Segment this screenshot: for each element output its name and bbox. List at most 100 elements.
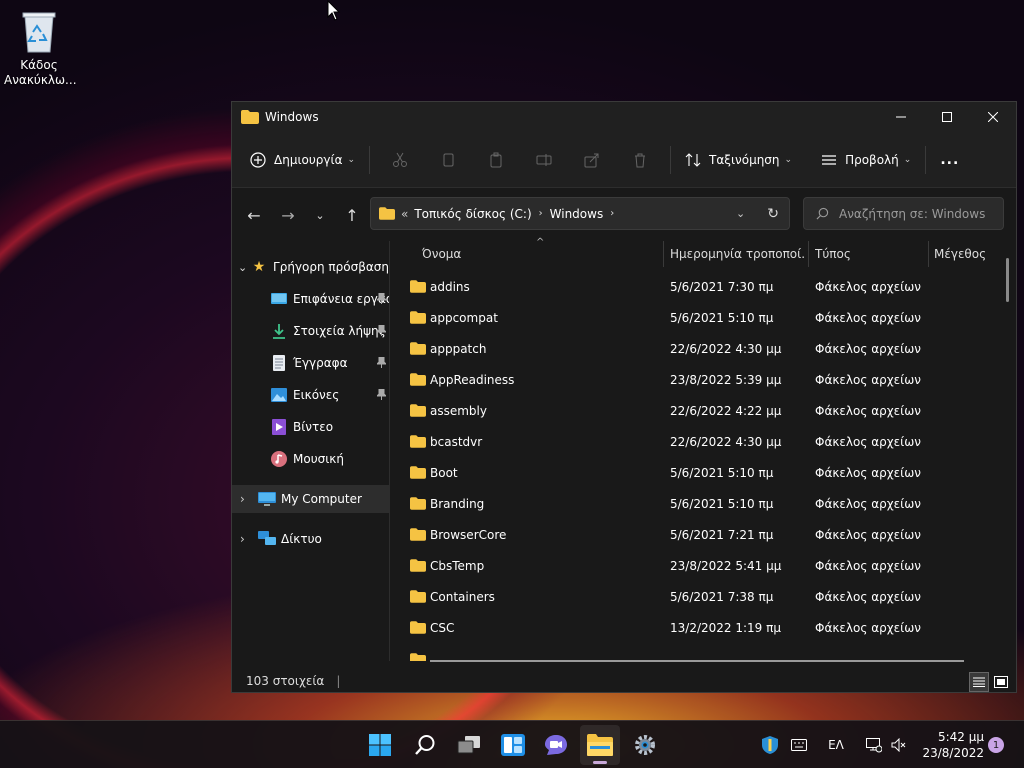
start-button[interactable]: [360, 725, 400, 765]
copy-button[interactable]: [424, 144, 472, 176]
search-input[interactable]: [839, 206, 999, 221]
title-bar[interactable]: Windows: [232, 102, 1016, 132]
file-explorer-window: Windows Δημιουργία ⌄ Ταξινόμηση ⌄ Προβολ…: [231, 101, 1017, 693]
file-date-modified: 5/6/2021 5:10 πμ: [670, 310, 774, 325]
column-divider[interactable]: [808, 241, 809, 267]
paste-button[interactable]: [472, 144, 520, 176]
chevron-down-icon[interactable]: ⌄: [238, 261, 250, 274]
table-row[interactable]: Branding 5/6/2021 5:10 πμ Φάκελος αρχείων: [390, 488, 1000, 519]
rename-button[interactable]: [520, 144, 568, 176]
chevron-right-icon[interactable]: ›: [539, 208, 543, 219]
sidebar-item-network[interactable]: › Δίκτυο: [232, 525, 389, 553]
table-row-partial[interactable]: [390, 645, 1000, 661]
sidebar-item-documents[interactable]: Έγγραφα: [232, 349, 389, 377]
file-name: addins: [430, 279, 470, 294]
back-button[interactable]: ←: [238, 199, 270, 231]
recent-locations-button[interactable]: ⌄: [304, 199, 336, 231]
windows-security-tray-button[interactable]: [760, 721, 780, 768]
breadcrumb-overflow[interactable]: «: [401, 207, 408, 221]
column-header-date-modified[interactable]: Ημερομηνία τροποποί...: [670, 241, 806, 267]
pin-icon[interactable]: [375, 356, 388, 371]
breadcrumb-local-disk[interactable]: Τοπικός δίσκος (C:): [414, 207, 531, 221]
clock[interactable]: 5:42 μμ 23/8/2022: [912, 729, 984, 761]
chat-button[interactable]: [536, 725, 576, 765]
search-icon: [415, 735, 435, 755]
table-row[interactable]: Boot 5/6/2021 5:10 πμ Φάκελος αρχείων: [390, 457, 1000, 488]
column-header-type[interactable]: Τύπος: [815, 241, 925, 267]
table-row[interactable]: appcompat 5/6/2021 5:10 πμ Φάκελος αρχείων: [390, 302, 1000, 333]
address-dropdown-button[interactable]: ⌄: [736, 207, 745, 220]
file-explorer-taskbar-button[interactable]: [580, 725, 620, 765]
table-row[interactable]: apppatch 22/6/2022 4:30 μμ Φάκελος αρχείων: [390, 333, 1000, 364]
folder-icon: [410, 466, 426, 479]
file-name: bcastdvr: [430, 434, 483, 449]
table-row[interactable]: AppReadiness 23/8/2022 5:39 μμ Φάκελος αρχ…: [390, 364, 1000, 395]
sidebar-item-quick-access[interactable]: ⌄ ★ Γρήγορη πρόσβαση: [232, 253, 389, 281]
table-row[interactable]: CbsTemp 23/8/2022 5:41 μμ Φάκελος αρχείων: [390, 550, 1000, 581]
table-row[interactable]: CSC 13/2/2022 1:19 πμ Φάκελος αρχείων: [390, 612, 1000, 643]
address-bar[interactable]: « Τοπικός δίσκος (C:) › Windows › ⌄ ↻: [370, 197, 790, 230]
table-row[interactable]: bcastdvr 22/6/2022 4:30 μμ Φάκελος αρχείων: [390, 426, 1000, 457]
table-row[interactable]: Containers 5/6/2021 7:38 πμ Φάκελος αρχείω…: [390, 581, 1000, 612]
recycle-bin-desktop-icon[interactable]: Κάδος Ανακύκλω...: [4, 8, 77, 88]
cut-button[interactable]: [376, 144, 424, 176]
more-options-button[interactable]: ...: [932, 144, 967, 176]
folder-icon: [410, 590, 426, 603]
new-button[interactable]: Δημιουργία ⌄: [242, 144, 363, 176]
table-row[interactable]: BrowserCore 5/6/2021 7:21 πμ Φάκελος αρχεί…: [390, 519, 1000, 550]
file-type: Φάκελος αρχείων: [815, 279, 921, 294]
mouse-cursor-icon: [327, 0, 341, 21]
notification-badge[interactable]: 1: [988, 737, 1004, 753]
pin-icon[interactable]: [375, 292, 388, 307]
folder-icon: [410, 497, 426, 510]
input-language-button[interactable]: ΕΛ: [822, 721, 850, 768]
horizontal-scrollbar[interactable]: [430, 660, 964, 662]
delete-button[interactable]: [616, 144, 664, 176]
table-row[interactable]: assembly 22/6/2022 4:22 μμ Φάκελος αρχείων: [390, 395, 1000, 426]
sidebar-item-videos[interactable]: Βίντεο: [232, 413, 389, 441]
tiles-view-button[interactable]: [991, 672, 1011, 692]
chevron-down-icon: ⌄: [347, 154, 356, 165]
sidebar-item-my-computer[interactable]: › My Computer: [232, 485, 389, 513]
search-box[interactable]: [803, 197, 1004, 230]
sidebar-item-music[interactable]: Μουσική: [232, 445, 389, 473]
folder-icon: [410, 559, 426, 572]
maximize-button[interactable]: [924, 102, 970, 132]
file-date-modified: 5/6/2021 5:10 πμ: [670, 496, 774, 511]
search-taskbar-button[interactable]: [405, 725, 445, 765]
view-button[interactable]: Προβολή ⌄: [813, 144, 919, 176]
forward-button[interactable]: →: [272, 199, 304, 231]
column-divider[interactable]: [928, 241, 929, 267]
volume-tray-button[interactable]: [889, 721, 909, 768]
sidebar-item-desktop[interactable]: Επιφάνεια εργασίας: [232, 285, 389, 313]
close-button[interactable]: [970, 102, 1016, 132]
network-tray-button[interactable]: [864, 721, 884, 768]
refresh-icon[interactable]: ↻: [767, 206, 779, 222]
share-button[interactable]: [568, 144, 616, 176]
sidebar-item-pictures[interactable]: Εικόνες: [232, 381, 389, 409]
breadcrumb-windows[interactable]: Windows: [550, 207, 604, 221]
details-view-button[interactable]: [969, 672, 989, 692]
up-button[interactable]: ↑: [336, 199, 368, 231]
column-header-name[interactable]: Όνομα: [422, 241, 662, 267]
sidebar-item-label: Στοιχεία λήψης: [293, 324, 386, 338]
pin-icon[interactable]: [375, 324, 388, 339]
sidebar-item-downloads[interactable]: Στοιχεία λήψης: [232, 317, 389, 345]
widgets-button[interactable]: [493, 725, 533, 765]
settings-taskbar-button[interactable]: [625, 725, 665, 765]
chevron-right-icon[interactable]: ›: [610, 208, 614, 219]
chevron-right-icon[interactable]: ›: [240, 532, 258, 546]
keyboard-tray-button[interactable]: [788, 721, 810, 768]
pin-icon[interactable]: [375, 388, 388, 403]
chevron-right-icon[interactable]: ›: [240, 492, 258, 506]
column-header-size[interactable]: Μέγεθος: [934, 241, 1004, 267]
vertical-scrollbar[interactable]: [1006, 258, 1009, 302]
table-row[interactable]: addins 5/6/2021 7:30 πμ Φάκελος αρχείων: [390, 271, 1000, 302]
file-name: apppatch: [430, 341, 487, 356]
sort-button[interactable]: Ταξινόμηση ⌄: [677, 144, 800, 176]
task-view-button[interactable]: [449, 725, 489, 765]
file-date-modified: 22/6/2022 4:30 μμ: [670, 341, 782, 356]
column-divider[interactable]: [663, 241, 664, 267]
recycle-bin-label: Κάδος Ανακύκλω...: [4, 58, 77, 87]
minimize-button[interactable]: [878, 102, 924, 132]
